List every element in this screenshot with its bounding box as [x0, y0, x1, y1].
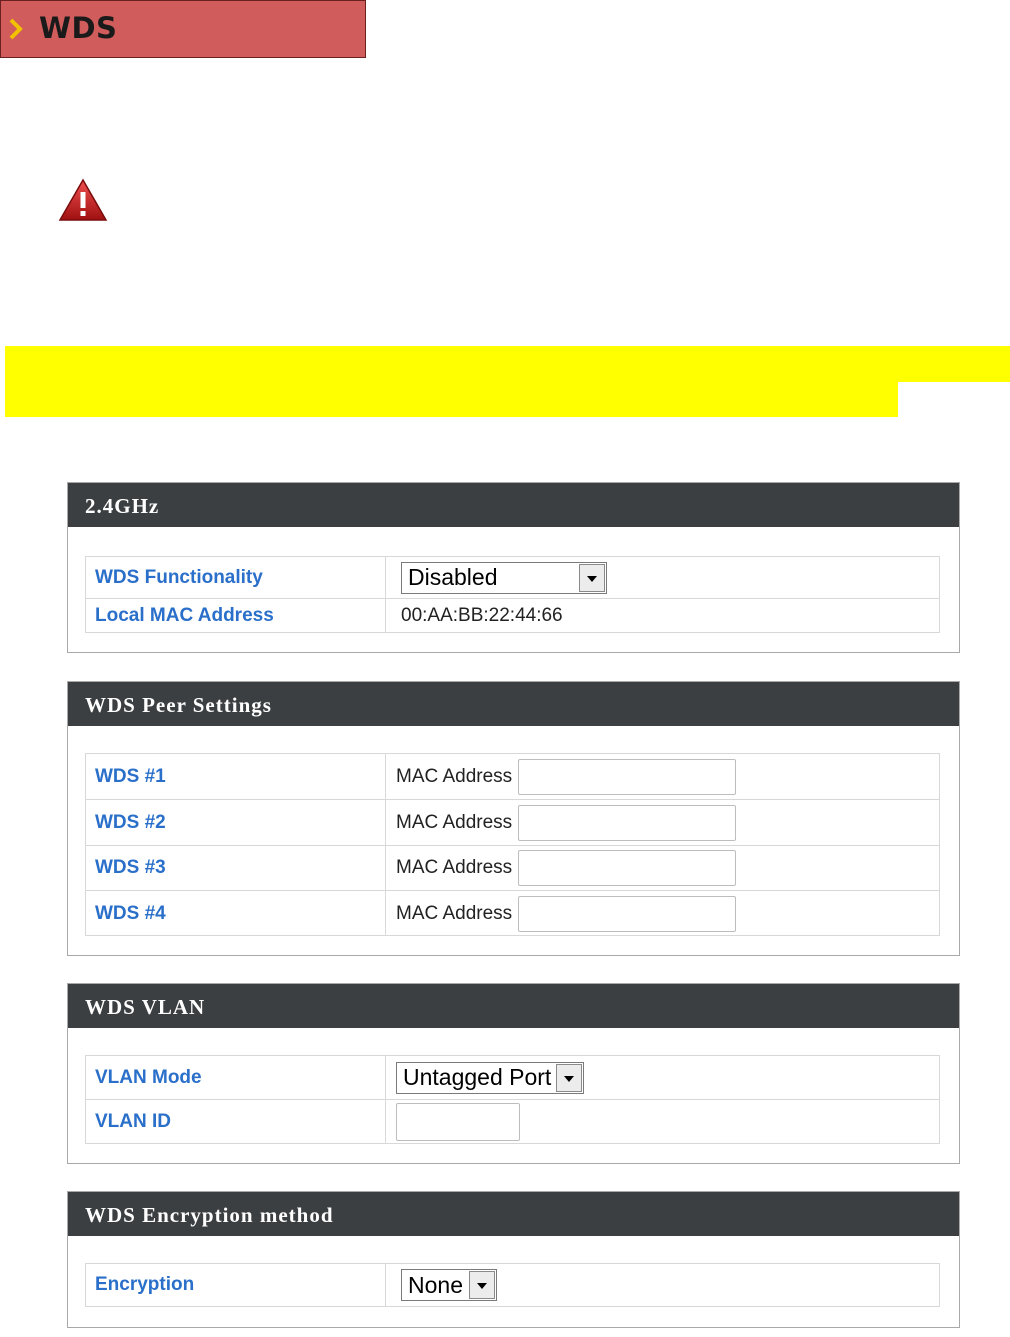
mac-address-label: MAC Address	[396, 765, 513, 787]
chevron-right-icon	[9, 18, 23, 40]
highlight-bar	[5, 346, 1010, 382]
panel-encryption: WDS Encryption method Encryption None	[67, 1191, 960, 1328]
vlan-id-label: VLAN ID	[86, 1100, 386, 1144]
chevron-down-icon[interactable]	[556, 1063, 582, 1092]
vlan-mode-label: VLAN Mode	[86, 1056, 386, 1099]
wds-2-label: WDS #2	[86, 800, 386, 845]
panel-peer-settings: WDS Peer Settings WDS #1 MAC Address WDS…	[67, 681, 960, 956]
highlight-bar	[5, 382, 898, 417]
panel-vlan: WDS VLAN VLAN Mode Untagged Port VLAN ID	[67, 983, 960, 1164]
panel-title: WDS Encryption method	[68, 1192, 959, 1236]
mac-address-label: MAC Address	[396, 857, 513, 878]
chevron-down-icon[interactable]	[469, 1271, 495, 1299]
vlan-id-input[interactable]	[396, 1103, 520, 1141]
table-row: VLAN ID	[86, 1099, 939, 1144]
warning-icon	[58, 178, 108, 221]
vlan-table: VLAN Mode Untagged Port VLAN ID	[85, 1055, 940, 1144]
wds-functionality-label: WDS Functionality	[86, 557, 386, 598]
section-title: WDS	[39, 11, 118, 45]
table-row: WDS Functionality Disabled	[86, 557, 939, 598]
section-header: WDS	[0, 0, 366, 58]
select-value: Disabled	[408, 564, 498, 590]
table-row: WDS #3 MAC Address	[86, 845, 939, 890]
table-row: Encryption None	[86, 1264, 939, 1306]
wds-4-mac-input[interactable]	[518, 895, 737, 932]
wds-1-mac-input[interactable]	[518, 758, 737, 795]
table-row: WDS #4 MAC Address	[86, 890, 939, 936]
panel-title: WDS Peer Settings	[68, 682, 959, 726]
encryption-label: Encryption	[86, 1264, 386, 1306]
wds-4-label: WDS #4	[86, 891, 386, 936]
mac-address-label: MAC Address	[396, 902, 513, 924]
select-value: None	[408, 1271, 463, 1298]
encryption-select[interactable]: None	[401, 1269, 497, 1301]
encryption-table: Encryption None	[85, 1263, 940, 1307]
panel-title: WDS VLAN	[68, 984, 959, 1028]
select-value: Untagged Port	[403, 1064, 552, 1090]
mac-address-label: MAC Address	[396, 811, 513, 833]
panel-radio: 2.4GHz WDS Functionality Disabled Local …	[67, 482, 960, 653]
table-row: VLAN Mode Untagged Port	[86, 1056, 939, 1099]
panel-title: 2.4GHz	[68, 483, 959, 527]
vlan-mode-select[interactable]: Untagged Port	[396, 1061, 584, 1094]
table-row: WDS #1 MAC Address	[86, 754, 939, 799]
wds-3-label: WDS #3	[86, 846, 386, 890]
table-row: WDS #2 MAC Address	[86, 799, 939, 845]
settings-table: WDS Functionality Disabled Local MAC Add…	[85, 556, 940, 633]
wds-functionality-select[interactable]: Disabled	[401, 561, 607, 594]
peer-table: WDS #1 MAC Address WDS #2 MAC Address WD…	[85, 753, 940, 936]
chevron-down-icon[interactable]	[579, 563, 605, 592]
local-mac-value: 00:AA:BB:22:44:66	[401, 605, 563, 626]
table-row: Local MAC Address 00:AA:BB:22:44:66	[86, 598, 939, 633]
local-mac-label: Local MAC Address	[86, 599, 386, 633]
wds-1-label: WDS #1	[86, 754, 386, 799]
wds-2-mac-input[interactable]	[518, 804, 737, 841]
wds-3-mac-input[interactable]	[518, 850, 737, 886]
